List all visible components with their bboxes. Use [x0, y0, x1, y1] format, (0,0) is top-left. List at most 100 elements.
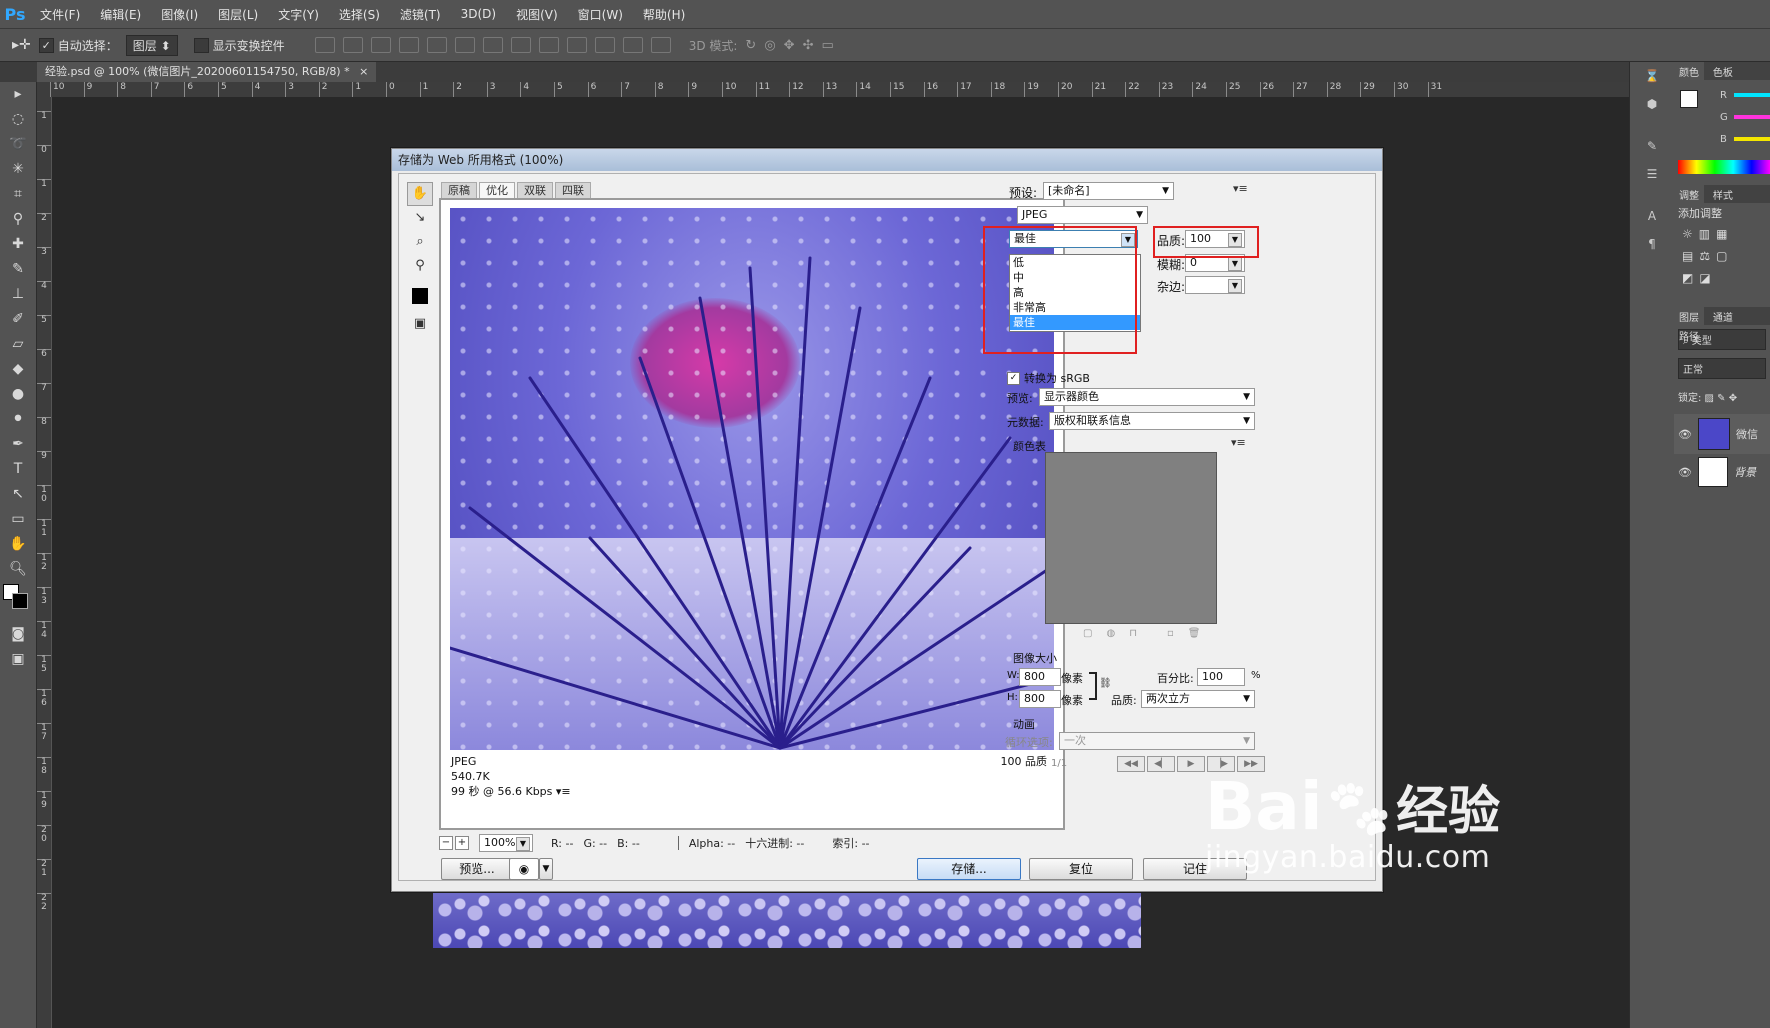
layer-visibility-icon[interactable]: 👁︎ [1678, 428, 1692, 441]
history-panel-icon[interactable]: ⌛ [1630, 62, 1674, 90]
eyedropper-color-swatch[interactable] [407, 284, 433, 308]
map-transparent-icon[interactable]: ▢ [1083, 628, 1092, 639]
crop-tool-icon[interactable]: ⌗ [0, 182, 36, 207]
optimize-menu-icon[interactable]: ▾≡ [1233, 182, 1248, 195]
zoom-tool-icon[interactable]: 🔍︎ [0, 557, 36, 582]
screen-mode-icon[interactable]: ▣ [0, 647, 36, 672]
tab-original[interactable]: 原稿 [441, 182, 477, 198]
prev-frame-button[interactable]: ◀▏ [1147, 756, 1175, 772]
align-top-icon[interactable] [314, 37, 335, 53]
paint-bucket-tool-icon[interactable]: ◆ [0, 357, 36, 382]
zoom-in-button[interactable]: + [455, 836, 469, 850]
menu-layer[interactable]: 图层(L) [208, 6, 268, 23]
move-tool-icon[interactable]: ▸✛ [12, 37, 31, 53]
blend-mode-select[interactable]: 正常 [1678, 358, 1766, 379]
pen-tool-icon[interactable]: ✒ [0, 432, 36, 457]
show-transform-checkbox[interactable] [193, 37, 209, 53]
3d-roll-icon[interactable]: ◎ [764, 38, 775, 53]
adjustment-icons-row1[interactable]: ☼▥▦ [1674, 223, 1770, 245]
preview-image[interactable] [450, 208, 1054, 750]
menu-select[interactable]: 选择(S) [329, 6, 390, 23]
auto-select-checkbox[interactable]: ✓ [38, 37, 54, 53]
eyedropper-tool-icon[interactable]: ⚲ [407, 254, 433, 278]
paragraph-panel-icon[interactable]: ¶ [1630, 230, 1674, 258]
link-icon[interactable]: ⛓ [1099, 678, 1112, 689]
move-tool-icon[interactable]: ▸ [0, 82, 36, 107]
first-frame-button[interactable]: ◀◀ [1117, 756, 1145, 772]
loop-options-select[interactable]: 一次 ▼ [1059, 732, 1255, 750]
tab-4-up[interactable]: 四联 [555, 182, 591, 198]
align-hcenter-icon[interactable] [426, 37, 447, 53]
tab-layers[interactable]: 图层 [1674, 307, 1704, 326]
layer-row[interactable]: 👁︎ 背景 [1674, 454, 1770, 490]
distribute-bottom-icon[interactable] [538, 37, 559, 53]
healing-tool-icon[interactable]: ✚ [0, 232, 36, 257]
height-input[interactable]: 800 [1019, 690, 1061, 708]
auto-align-icon[interactable] [650, 37, 671, 53]
align-vcenter-icon[interactable] [342, 37, 363, 53]
tab-color[interactable]: 颜色 [1674, 62, 1704, 81]
history-brush-tool-icon[interactable]: ✐ [0, 307, 36, 332]
align-bottom-icon[interactable] [370, 37, 391, 53]
stamp-tool-icon[interactable]: ⊥ [0, 282, 36, 307]
menu-help[interactable]: 帮助(H) [633, 6, 695, 23]
web-snap-icon[interactable]: ◍ [1106, 628, 1115, 639]
brush-panel-icon[interactable]: ✎ [1630, 132, 1674, 160]
width-input[interactable]: 800 [1019, 668, 1061, 686]
menu-edit[interactable]: 编辑(E) [90, 6, 151, 23]
convert-srgb-checkbox[interactable]: ✓ [1007, 371, 1020, 385]
zoom-select[interactable]: 100% ▼ [479, 834, 533, 852]
distribute-top-icon[interactable] [482, 37, 503, 53]
tab-channels[interactable]: 通道 [1708, 307, 1738, 326]
rgb-g-slider[interactable] [1734, 115, 1770, 119]
color-swatches[interactable] [0, 582, 36, 622]
eraser-tool-icon[interactable]: ▱ [0, 332, 36, 357]
delete-color-icon[interactable]: 🗑︎ [1188, 628, 1201, 639]
distribute-vcenter-icon[interactable] [510, 37, 531, 53]
reset-button[interactable]: 复位 [1029, 858, 1133, 880]
properties-panel-icon[interactable]: ☰ [1630, 160, 1674, 188]
character-panel-icon[interactable]: A [1630, 202, 1674, 230]
zoom-tool-icon[interactable]: ⌕ [407, 230, 433, 254]
format-select[interactable]: JPEG ▼ [1017, 206, 1148, 224]
tab-adjustments[interactable]: 调整 [1674, 185, 1704, 204]
distribute-left-icon[interactable] [566, 37, 587, 53]
menu-view[interactable]: 视图(V) [506, 6, 568, 23]
save-button[interactable]: 存储... [917, 858, 1021, 880]
align-right-icon[interactable] [454, 37, 475, 53]
menu-window[interactable]: 窗口(W) [568, 6, 633, 23]
resample-quality-select[interactable]: 两次立方 ▼ [1141, 690, 1255, 708]
dodge-tool-icon[interactable]: ⚫ [0, 407, 36, 432]
hand-tool-icon[interactable]: ✋ [407, 182, 433, 206]
3d-scale-icon[interactable]: ▭ [821, 38, 833, 53]
menu-type[interactable]: 文字(Y) [268, 6, 329, 23]
download-speed-menu-icon[interactable]: ▾≡ [556, 785, 571, 798]
3d-slide-icon[interactable]: ✣ [803, 38, 814, 53]
distribute-hcenter-icon[interactable] [594, 37, 615, 53]
slice-select-tool-icon[interactable]: ↘ [407, 206, 433, 230]
menu-3d[interactable]: 3D(D) [451, 7, 506, 21]
distribute-right-icon[interactable] [622, 37, 643, 53]
document-tab[interactable]: 经验.psd @ 100% (微信图片_20200601154750, RGB/… [37, 62, 377, 82]
lasso-tool-icon[interactable]: ➰ [0, 132, 36, 157]
rgb-b-slider[interactable] [1734, 137, 1770, 141]
percent-input[interactable]: 100 [1197, 668, 1245, 686]
background-color-swatch[interactable] [12, 593, 28, 609]
3d-panel-icon[interactable]: ⬢ [1630, 90, 1674, 118]
matte-select[interactable]: ▼ [1185, 276, 1245, 294]
align-left-icon[interactable] [398, 37, 419, 53]
quick-mask-icon[interactable]: ◙ [0, 622, 36, 647]
toggle-slices-icon[interactable]: ▣ [407, 312, 433, 336]
3d-pan-icon[interactable]: ✥ [784, 38, 795, 53]
magic-wand-tool-icon[interactable]: ✳ [0, 157, 36, 182]
zoom-out-button[interactable]: − [439, 836, 453, 850]
color-panel-fg-swatch[interactable] [1680, 90, 1698, 108]
tab-optimized[interactable]: 优化 [479, 182, 515, 198]
lock-color-icon[interactable]: ⊓ [1129, 628, 1137, 639]
marquee-tool-icon[interactable]: ◌ [0, 107, 36, 132]
eyedropper-tool-icon[interactable]: ⚲ [0, 207, 36, 232]
rgb-r-slider[interactable] [1734, 93, 1770, 97]
adjustment-icons-row2[interactable]: ▤⚖▢ [1674, 245, 1770, 267]
layer-row[interactable]: 👁︎ 微信 [1674, 414, 1770, 454]
metadata-select[interactable]: 版权和联系信息 ▼ [1049, 412, 1255, 430]
